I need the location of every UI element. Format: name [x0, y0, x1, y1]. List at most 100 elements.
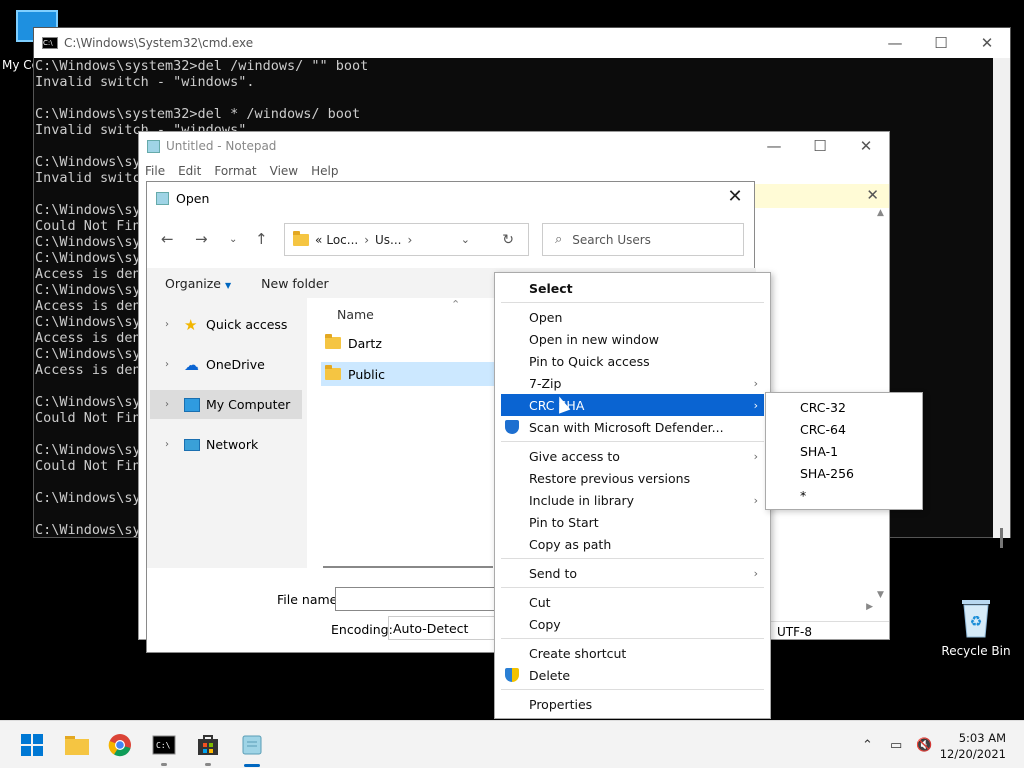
file-explorer-icon[interactable]: [64, 733, 89, 757]
chrome-icon[interactable]: [108, 733, 132, 757]
menu-item-create-shortcut[interactable]: Create shortcut: [501, 642, 764, 664]
recycle-bin-icon: ♻: [959, 596, 993, 638]
desktop-icon-recycle-bin[interactable]: ♻ Recycle Bin: [938, 596, 1014, 658]
chevron-right-icon[interactable]: ›: [408, 233, 413, 247]
nav-item-onedrive[interactable]: › ☁ OneDrive: [150, 350, 302, 379]
chevron-right-icon: ›: [753, 398, 758, 412]
taskbar-clock[interactable]: 5:03 AM 12/20/2021: [940, 730, 1006, 762]
menu-item-properties[interactable]: Properties: [501, 693, 764, 715]
store-icon[interactable]: [196, 733, 220, 757]
cmd-line: Invalid switch - "windows".: [35, 74, 255, 90]
menu-item-pin-quick-access[interactable]: Pin to Quick access: [501, 350, 764, 372]
menu-item-send-to[interactable]: Send to ›: [501, 562, 764, 584]
nav-item-my-computer[interactable]: › My Computer: [150, 390, 302, 419]
menu-view[interactable]: View: [270, 164, 298, 178]
file-name-input[interactable]: [335, 587, 495, 611]
close-icon[interactable]: ✕: [866, 186, 879, 204]
menu-separator: [501, 638, 764, 639]
submenu-item-crc32[interactable]: CRC-32: [800, 400, 846, 415]
menu-item-label: Cut: [529, 594, 551, 610]
notepad-titlebar[interactable]: Untitled - Notepad — ☐ ✕: [139, 132, 889, 160]
cmd-taskbar-icon[interactable]: C:\: [152, 733, 176, 757]
search-placeholder: Search Users: [572, 232, 651, 247]
menu-item-crc-sha[interactable]: CRC SHA ›: [501, 394, 764, 416]
refresh-icon[interactable]: ↻: [502, 232, 514, 248]
search-box[interactable]: ⌕ Search Users: [542, 223, 744, 256]
active-indicator: [244, 764, 260, 767]
menu-item-label: Delete: [529, 667, 571, 683]
nav-item-network[interactable]: › Network: [150, 430, 302, 459]
network-status-icon[interactable]: ▭: [890, 721, 902, 768]
menu-item-pin-start[interactable]: Pin to Start: [501, 511, 764, 533]
breadcrumb-overflow[interactable]: «: [315, 233, 322, 247]
column-header-name[interactable]: Name: [337, 307, 374, 322]
organize-button[interactable]: Organize ▼: [165, 276, 231, 291]
folder-icon: [293, 230, 309, 246]
cmd-scrollbar[interactable]: [993, 58, 1010, 548]
volume-muted-icon[interactable]: 🔇: [916, 721, 932, 768]
encoding-select[interactable]: Auto-Detect: [388, 616, 498, 640]
caret-down-icon: ▼: [225, 280, 232, 290]
chevron-right-icon[interactable]: ›: [156, 439, 178, 450]
menu-format[interactable]: Format: [214, 164, 256, 178]
menu-item-cut[interactable]: Cut: [501, 591, 764, 613]
up-arrow-icon[interactable]: ↑: [255, 230, 268, 248]
menu-item-label: Create shortcut: [529, 645, 627, 661]
submenu-item-crc64[interactable]: CRC-64: [800, 422, 846, 437]
submenu-item-all[interactable]: *: [800, 488, 806, 503]
star-icon: ★: [184, 315, 198, 334]
menu-help[interactable]: Help: [311, 164, 338, 178]
chevron-right-icon[interactable]: ›: [156, 399, 178, 410]
chevron-right-icon: ›: [364, 232, 370, 247]
folder-icon: [325, 334, 341, 349]
notepad-taskbar-icon[interactable]: [240, 733, 264, 757]
close-button[interactable]: ✕: [964, 34, 1010, 52]
dialog-close-button[interactable]: ✕: [722, 186, 748, 207]
menu-item-open[interactable]: Open: [501, 306, 764, 328]
menu-item-restore-versions[interactable]: Restore previous versions: [501, 467, 764, 489]
chevron-right-icon[interactable]: ›: [156, 319, 178, 330]
scroll-right-icon[interactable]: ▶: [866, 602, 873, 612]
start-windows-icon[interactable]: [20, 733, 44, 757]
menu-item-select[interactable]: Select: [501, 277, 764, 299]
breadcrumb-users[interactable]: Us...: [375, 233, 401, 247]
menu-item-open-new-window[interactable]: Open in new window: [501, 328, 764, 350]
new-folder-button[interactable]: New folder: [261, 276, 329, 291]
submenu-item-sha1[interactable]: SHA-1: [800, 444, 838, 459]
chevron-right-icon[interactable]: ›: [156, 359, 178, 370]
close-button[interactable]: ✕: [843, 137, 889, 155]
menu-item-7zip[interactable]: 7-Zip ›: [501, 372, 764, 394]
dialog-titlebar[interactable]: Open: [147, 182, 754, 214]
menu-edit[interactable]: Edit: [178, 164, 201, 178]
breadcrumb-local[interactable]: Loc...: [326, 233, 358, 247]
file-list-hscrollbar[interactable]: [323, 566, 493, 568]
minimize-button[interactable]: —: [751, 137, 797, 155]
menu-item-give-access[interactable]: Give access to ›: [501, 445, 764, 467]
chevron-down-icon[interactable]: ⌄: [461, 233, 470, 246]
maximize-button[interactable]: ☐: [918, 34, 964, 52]
menu-item-copy-as-path[interactable]: Copy as path: [501, 533, 764, 555]
submenu-item-sha256[interactable]: SHA-256: [800, 466, 854, 481]
notepad-title: Untitled - Notepad: [166, 139, 277, 153]
scroll-up-icon[interactable]: ▲: [877, 208, 884, 218]
encoding-label: Encoding:: [331, 622, 393, 637]
cmd-app-icon: C:\: [42, 37, 58, 49]
network-icon: [184, 438, 200, 451]
menu-item-delete[interactable]: Delete: [501, 664, 764, 686]
recent-chevron-icon[interactable]: ⌄: [229, 234, 237, 245]
menu-item-defender-scan[interactable]: Scan with Microsoft Defender...: [501, 416, 764, 438]
nav-item-quick-access[interactable]: › ★ Quick access: [150, 310, 302, 339]
show-hidden-icons-chevron-icon[interactable]: ⌃: [862, 721, 873, 768]
address-bar[interactable]: « Loc... › Us... › ⌄ ↻: [284, 223, 529, 256]
back-arrow-icon[interactable]: ←: [161, 230, 174, 248]
forward-arrow-icon[interactable]: →: [195, 230, 208, 248]
menu-item-copy[interactable]: Copy: [501, 613, 764, 635]
menu-file[interactable]: File: [145, 164, 165, 178]
scroll-thumb[interactable]: [1000, 528, 1003, 548]
minimize-button[interactable]: —: [872, 34, 918, 52]
file-name: Dartz: [348, 335, 382, 351]
scroll-down-icon[interactable]: ▼: [877, 590, 884, 600]
cmd-titlebar[interactable]: C:\ C:\Windows\System32\cmd.exe — ☐ ✕: [34, 28, 1010, 58]
maximize-button[interactable]: ☐: [797, 137, 843, 155]
menu-item-include-library[interactable]: Include in library ›: [501, 489, 764, 511]
